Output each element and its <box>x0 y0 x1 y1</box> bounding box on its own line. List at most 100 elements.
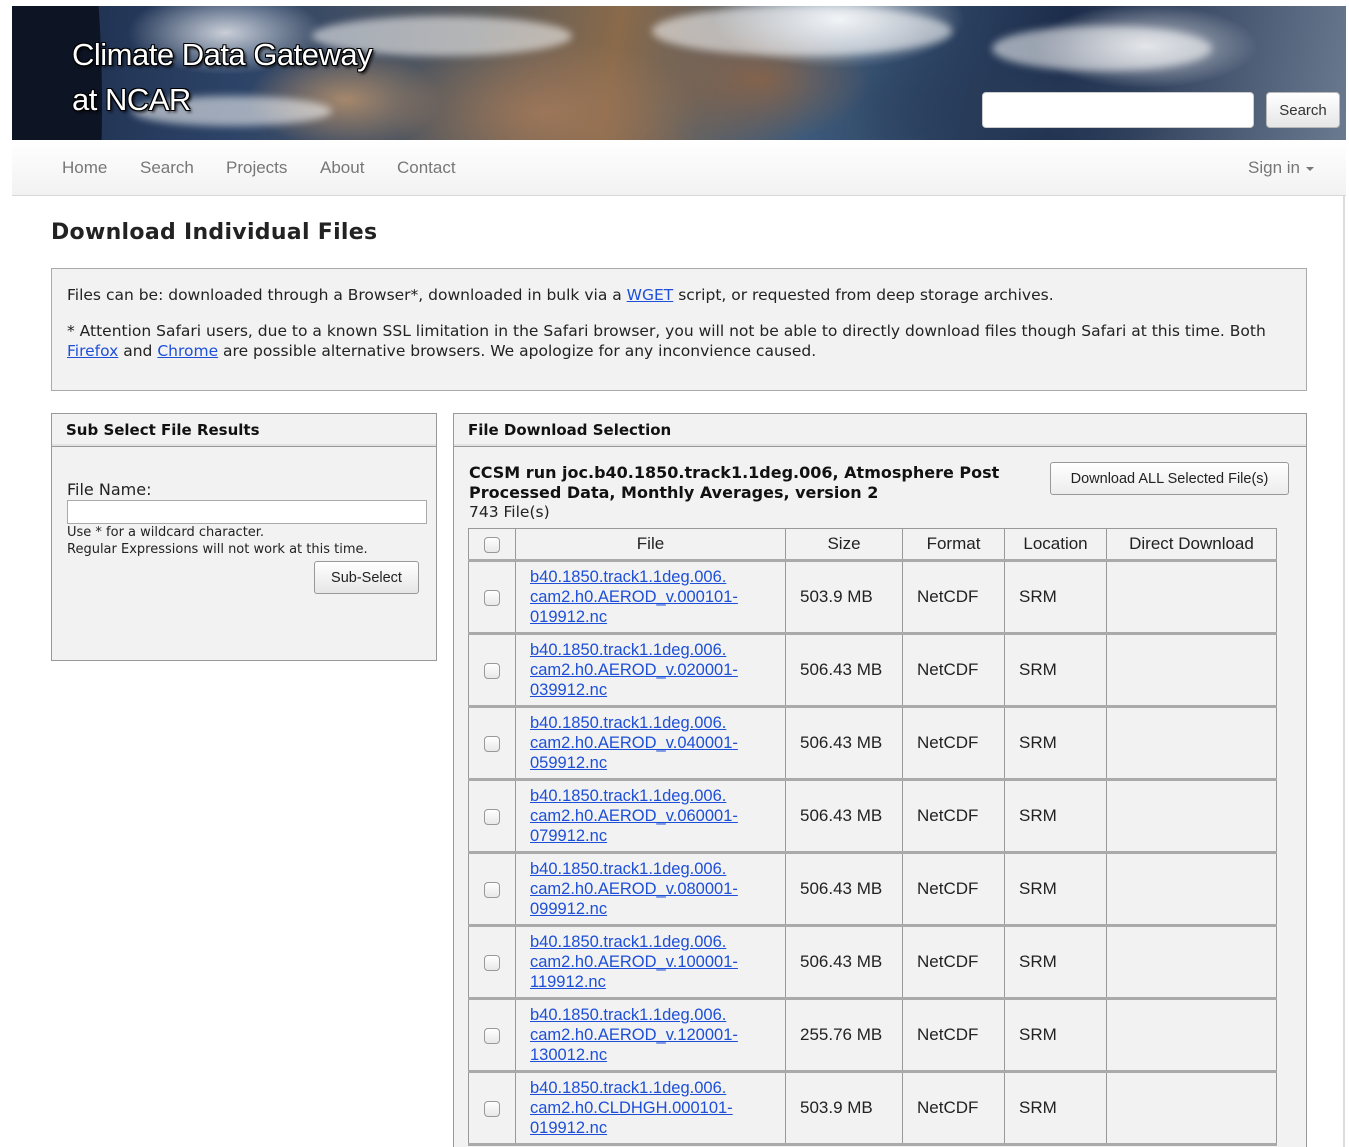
header-search-input[interactable] <box>982 92 1254 128</box>
direct-download-cell <box>1106 706 1277 781</box>
file-link[interactable]: b40.1850.track1.1deg.006. cam2.h0.AEROD_v… <box>530 640 771 700</box>
file-size: 503.9 MB <box>785 1071 903 1146</box>
nav-home[interactable]: Home <box>62 158 107 178</box>
file-format: NetCDF <box>902 852 1005 927</box>
row-check-cell <box>468 1071 516 1146</box>
table-row: b40.1850.track1.1deg.006. cam2.h0.AEROD_v… <box>468 852 1277 927</box>
file-location: SRM <box>1004 998 1107 1073</box>
row-checkbox[interactable] <box>484 735 500 752</box>
direct-download-cell <box>1106 633 1277 708</box>
direct-download-cell <box>1106 852 1277 927</box>
table-row: b40.1850.track1.1deg.006. cam2.h0.AEROD_v… <box>468 706 1277 781</box>
header-search-button[interactable]: Search <box>1266 92 1340 128</box>
select-all-checkbox[interactable] <box>484 536 500 553</box>
file-download-heading: File Download Selection <box>454 414 1306 447</box>
table-row: b40.1850.track1.1deg.006. cam2.h0.AEROD_v… <box>468 998 1277 1073</box>
row-checkbox[interactable] <box>484 1027 500 1044</box>
file-cell: b40.1850.track1.1deg.006. cam2.h0.AEROD_v… <box>515 560 786 635</box>
file-link[interactable]: b40.1850.track1.1deg.006. cam2.h0.AEROD_v… <box>530 786 771 846</box>
dataset-title: CCSM run joc.b40.1850.track1.1deg.006, A… <box>469 463 1000 502</box>
page-scroll-edge <box>1343 196 1345 1147</box>
row-checkbox[interactable] <box>484 589 500 606</box>
file-format: NetCDF <box>902 925 1005 1000</box>
site-title-line1: Climate Data Gateway <box>72 37 373 72</box>
nav-about[interactable]: About <box>320 158 364 178</box>
file-name-input[interactable] <box>67 500 427 524</box>
file-cell: b40.1850.track1.1deg.006. cam2.h0.AEROD_v… <box>515 998 786 1073</box>
download-notice: Files can be: downloaded through a Brows… <box>51 268 1307 391</box>
file-location: SRM <box>1004 560 1107 635</box>
file-location: SRM <box>1004 852 1107 927</box>
file-location: SRM <box>1004 633 1107 708</box>
direct-download-cell <box>1106 1071 1277 1146</box>
file-format: NetCDF <box>902 779 1005 854</box>
row-checkbox[interactable] <box>484 954 500 971</box>
sub-select-panel: Sub Select File Results File Name: Use *… <box>51 413 437 661</box>
page-title: Download Individual Files <box>51 220 378 245</box>
table-row: b40.1850.track1.1deg.006. cam2.h0.AEROD_v… <box>468 779 1277 854</box>
column-header-format[interactable]: Format <box>902 528 1005 562</box>
file-count: 743 File(s) <box>469 503 550 521</box>
file-location: SRM <box>1004 706 1107 781</box>
row-checkbox[interactable] <box>484 662 500 679</box>
wget-link[interactable]: WGET <box>627 286 674 304</box>
site-title-line2: at NCAR <box>72 82 191 117</box>
column-header-location[interactable]: Location <box>1004 528 1107 562</box>
direct-download-cell <box>1106 560 1277 635</box>
file-link[interactable]: b40.1850.track1.1deg.006. cam2.h0.CLDHGH.… <box>530 1078 771 1138</box>
table-header-row: File Size Format Location Direct Downloa… <box>468 528 1277 562</box>
file-cell: b40.1850.track1.1deg.006. cam2.h0.AEROD_v… <box>515 852 786 927</box>
wildcard-hint: Use * for a wildcard character. Regular … <box>67 525 368 557</box>
row-check-cell <box>468 560 516 635</box>
file-link[interactable]: b40.1850.track1.1deg.006. cam2.h0.AEROD_v… <box>530 859 771 919</box>
select-all-cell <box>468 528 516 562</box>
row-check-cell <box>468 852 516 927</box>
notice-line-1: Files can be: downloaded through a Brows… <box>67 286 1054 304</box>
file-link[interactable]: b40.1850.track1.1deg.006. cam2.h0.AEROD_v… <box>530 1005 771 1065</box>
sign-in-dropdown[interactable]: Sign in <box>1248 158 1314 178</box>
cloud-decoration <box>992 26 1212 71</box>
row-check-cell <box>468 998 516 1073</box>
download-all-button[interactable]: Download ALL Selected File(s) <box>1050 462 1289 495</box>
row-checkbox[interactable] <box>484 808 500 825</box>
chevron-down-icon <box>1306 166 1314 171</box>
file-link[interactable]: b40.1850.track1.1deg.006. cam2.h0.AEROD_v… <box>530 932 771 992</box>
file-cell: b40.1850.track1.1deg.006. cam2.h0.AEROD_v… <box>515 706 786 781</box>
column-header-size[interactable]: Size <box>785 528 903 562</box>
site-title[interactable]: Climate Data Gateway at NCAR <box>72 32 373 122</box>
table-row: b40.1850.track1.1deg.006. cam2.h0.AEROD_v… <box>468 925 1277 1000</box>
file-format: NetCDF <box>902 633 1005 708</box>
row-checkbox[interactable] <box>484 1100 500 1117</box>
row-checkbox[interactable] <box>484 881 500 898</box>
nav-contact[interactable]: Contact <box>397 158 456 178</box>
direct-download-cell <box>1106 779 1277 854</box>
column-header-file[interactable]: File <box>515 528 786 562</box>
file-name-label: File Name: <box>67 480 152 499</box>
sub-select-heading: Sub Select File Results <box>52 414 436 447</box>
chrome-link[interactable]: Chrome <box>157 342 218 360</box>
sub-select-button[interactable]: Sub-Select <box>314 561 419 594</box>
column-header-direct-download: Direct Download <box>1106 528 1277 562</box>
file-location: SRM <box>1004 779 1107 854</box>
file-size: 506.43 MB <box>785 633 903 708</box>
nav-projects[interactable]: Projects <box>226 158 287 178</box>
file-size: 506.43 MB <box>785 706 903 781</box>
file-link[interactable]: b40.1850.track1.1deg.006. cam2.h0.AEROD_v… <box>530 713 771 773</box>
file-size: 506.43 MB <box>785 852 903 927</box>
main-navbar: Home Search Projects About Contact Sign … <box>12 140 1346 196</box>
direct-download-cell <box>1106 925 1277 1000</box>
notice-line-2: * Attention Safari users, due to a known… <box>67 322 1266 360</box>
file-link[interactable]: b40.1850.track1.1deg.006. cam2.h0.AEROD_v… <box>530 567 771 627</box>
sign-in-label: Sign in <box>1248 158 1300 177</box>
file-table: File Size Format Location Direct Downloa… <box>468 528 1277 1146</box>
file-cell: b40.1850.track1.1deg.006. cam2.h0.AEROD_v… <box>515 633 786 708</box>
file-size: 503.9 MB <box>785 560 903 635</box>
file-format: NetCDF <box>902 998 1005 1073</box>
file-location: SRM <box>1004 925 1107 1000</box>
nav-search[interactable]: Search <box>140 158 194 178</box>
file-location: SRM <box>1004 1071 1107 1146</box>
row-check-cell <box>468 633 516 708</box>
direct-download-cell <box>1106 998 1277 1073</box>
table-row: b40.1850.track1.1deg.006. cam2.h0.AEROD_v… <box>468 633 1277 708</box>
firefox-link[interactable]: Firefox <box>67 342 118 360</box>
